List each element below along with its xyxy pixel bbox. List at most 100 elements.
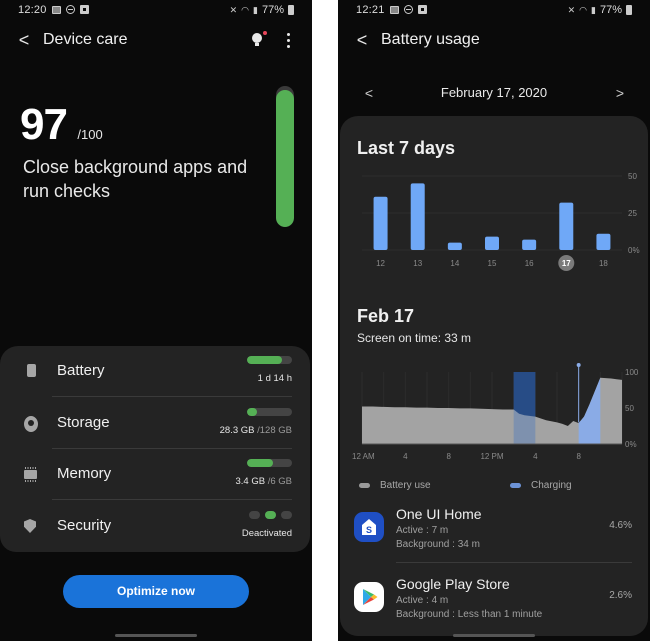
care-item-memory[interactable]: Memory 3.4 GB /6 GB [0,449,310,500]
status-bar: 12:21 ✕ ◠ ▮ 77% [338,0,650,20]
y-tick-label: 0% [625,440,637,449]
y-tick-label: 100 [625,368,639,377]
divider [396,562,632,563]
daily-battery-chart: 0% 50 100 12 AM 4 8 12 PM 4 8 [352,363,639,461]
weekly-usage-chart: 0% 25 50 12 13 14 15 16 17 18 [362,172,640,271]
charging-area [578,377,601,444]
app-usage-row[interactable]: S One UI Home Active : 7 m Background : … [340,506,648,568]
more-options-button[interactable] [282,32,294,50]
mute-icon: ✕ [229,4,238,15]
memory-meter [247,459,292,467]
wifi-icon: ◠ [241,4,250,15]
signal-icon: ▮ [591,4,596,15]
more-vert-dot [287,45,290,48]
memory-total: /6 GB [265,476,292,487]
security-status-dots [249,511,292,519]
screen-on-time: Screen on time: 33 m [357,331,472,345]
battery-usage-card: Last 7 days 0% 25 50 12 13 14 15 16 17 18 Feb 17 … [340,116,648,636]
x-tick-label: 12 [376,259,385,268]
x-tick-label: 12 AM [352,452,375,461]
memory-meter-fill [247,459,273,467]
bar-16 [522,239,537,250]
selected-date: February 17, 2020 [440,85,548,100]
app-notification-icon [418,5,427,14]
legend-charging: Charging [510,480,572,491]
optimize-now-button[interactable]: Optimize now [63,575,249,608]
memory-icon [24,467,37,482]
mute-icon: ✕ [567,4,576,15]
storage-value: 28.3 GB /128 GB [220,425,292,436]
storage-used: 28.3 GB [219,425,255,436]
score-message: Close background apps and run checks [23,157,248,201]
next-day-button[interactable]: > [611,82,629,104]
daily-title: Feb 17 [357,306,415,326]
back-button[interactable]: < [352,28,372,54]
care-item-label: Memory [57,465,112,482]
app-background-time: Background : Less than 1 minute [396,609,543,620]
y-tick-label: 50 [628,172,637,181]
care-item-battery[interactable]: Battery 1 d 14 h [0,346,310,397]
legend-swatch [359,483,370,488]
page-title: Device care [43,31,128,48]
selected-time-overlay [513,372,536,444]
play-store-icon [354,582,384,612]
status-bar: 12:20 ✕ ◠ ▮ 77% [0,0,312,20]
legend-label: Charging [531,480,572,491]
do-not-disturb-icon [404,5,413,14]
x-tick-label: 17 [562,259,571,268]
back-button[interactable]: < [14,28,34,54]
app-active-time: Active : 7 m [396,525,449,536]
care-item-security[interactable]: Security Deactivated [0,501,310,552]
gallery-notification-icon [390,5,399,14]
gesture-nav-handle[interactable] [115,634,197,637]
battery-status-icon [626,5,632,15]
x-tick-label: 14 [450,259,459,268]
more-vert-dot [287,39,290,42]
app-usage-row[interactable]: Google Play Store Active : 4 m Backgroun… [340,576,648,638]
one-ui-home-icon: S [354,512,384,542]
x-tick-label: 18 [599,259,608,268]
gesture-nav-handle[interactable] [453,634,535,637]
app-usage-percent: 4.6% [609,520,632,531]
security-status: Deactivated [241,528,292,539]
legend-swatch [510,483,521,488]
x-tick-label: 4 [403,452,408,461]
security-dot [265,511,276,519]
notification-badge [263,31,267,35]
battery-icon [27,364,36,377]
chart-legend: Battery use Charging [340,480,648,494]
tips-button[interactable] [248,30,268,52]
storage-meter [247,408,292,416]
storage-icon [24,416,38,432]
divider [52,396,292,397]
score-value: 97 [20,100,68,149]
chevron-right-icon: > [615,85,625,101]
battery-usage-screen: 12:21 ✕ ◠ ▮ 77% < Battery usage < Februa… [338,0,650,641]
memory-value: 3.4 GB /6 GB [235,476,292,487]
app-usage-percent: 2.6% [609,590,632,601]
score-gauge [276,86,294,227]
storage-total: /128 GB [254,425,292,436]
gallery-notification-icon [52,5,61,14]
x-tick-label: 16 [525,259,534,268]
battery-status-icon [288,5,294,15]
app-active-time: Active : 4 m [396,595,449,606]
app-name: One UI Home [396,506,482,522]
battery-percent: 77% [599,4,622,16]
device-score: 97 /100 [20,100,103,150]
memory-used: 3.4 GB [235,476,266,487]
x-tick-label: 13 [413,259,422,268]
x-tick-label: 15 [488,259,497,268]
page-title: Battery usage [381,31,480,48]
bar-13 [410,183,425,250]
status-time: 12:20 [18,4,47,16]
x-tick-label: 8 [446,452,451,461]
score-max: /100 [77,127,103,142]
legend-battery-use: Battery use [359,480,431,491]
score-gauge-fill [276,90,294,227]
x-tick-label: 12 PM [480,452,503,461]
care-item-storage[interactable]: Storage 28.3 GB /128 GB [0,398,310,449]
care-item-label: Battery [57,362,105,379]
y-tick-label: 25 [628,209,637,218]
lightbulb-icon [252,33,262,43]
